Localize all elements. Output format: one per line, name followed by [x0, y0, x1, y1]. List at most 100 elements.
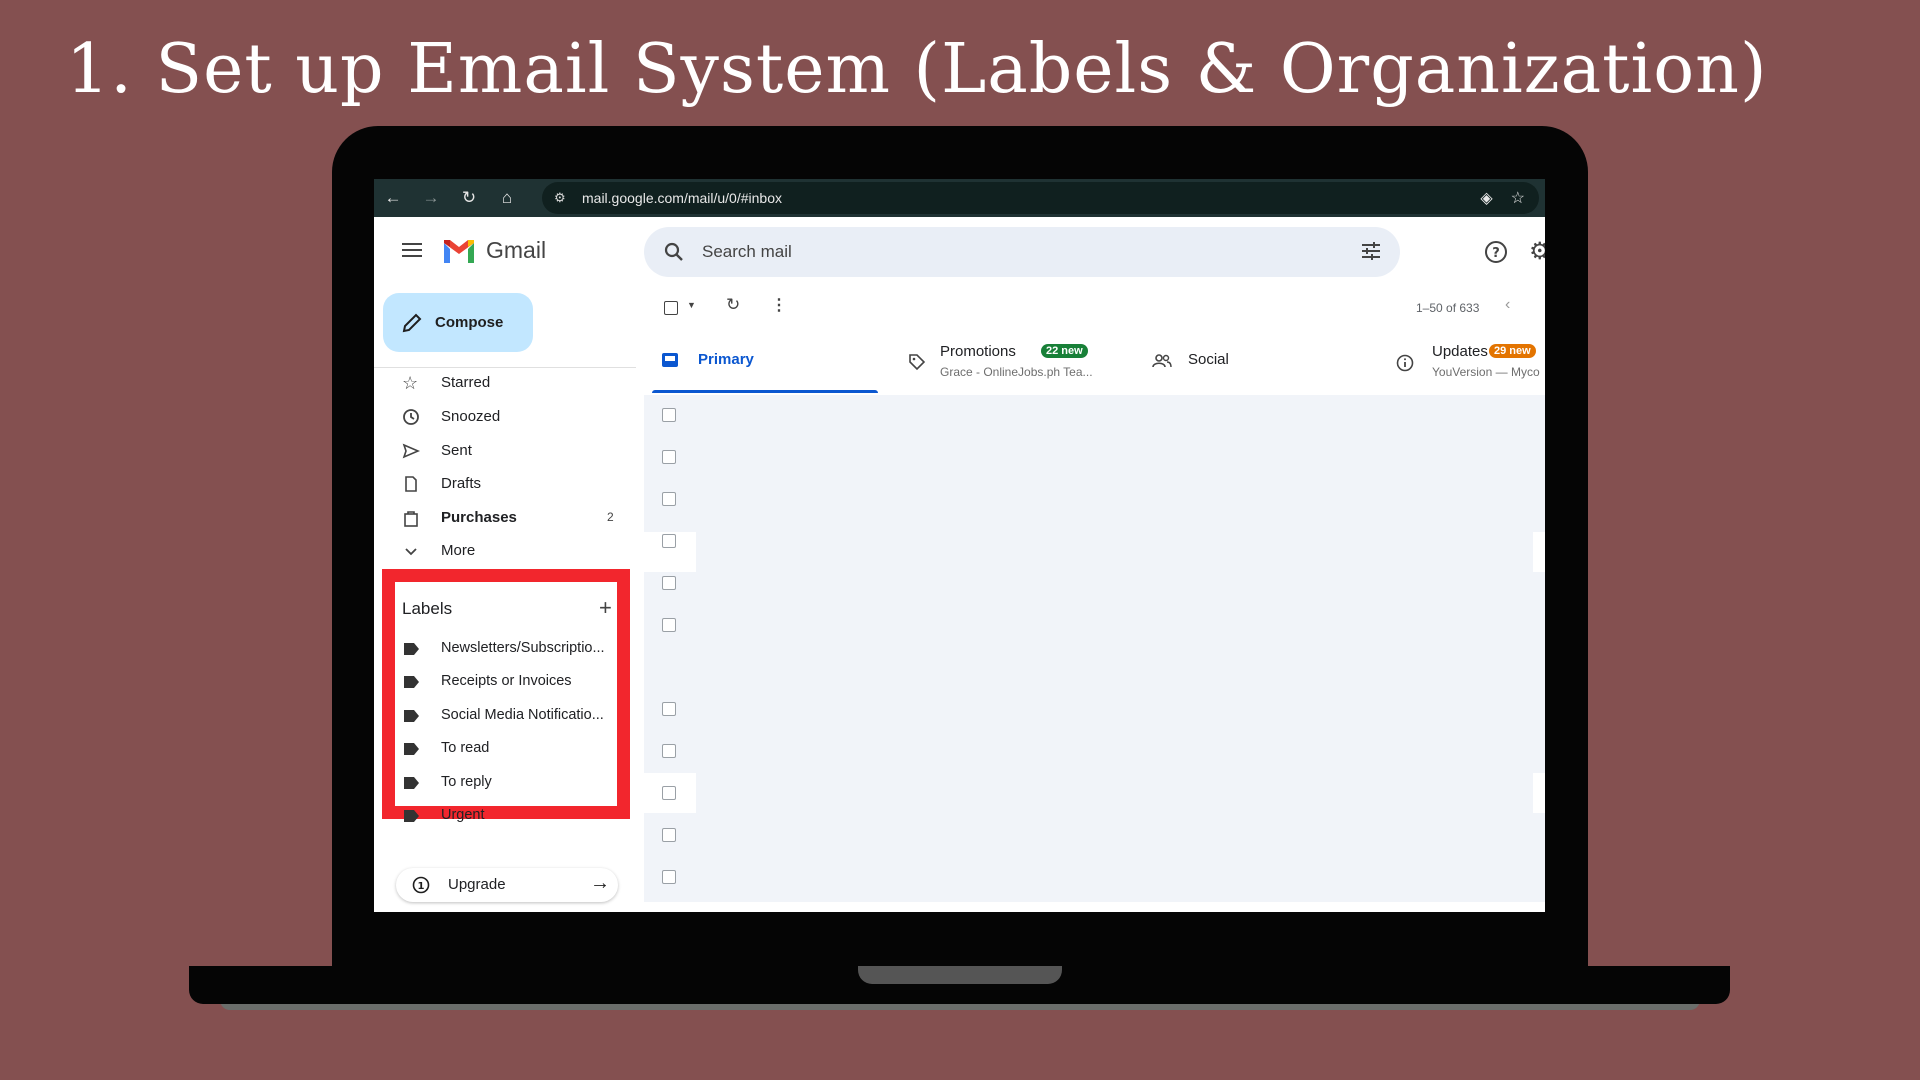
pagination-count: 1–50 of 633: [1416, 301, 1480, 315]
search-input[interactable]: Search mail: [702, 242, 792, 262]
site-settings-icon[interactable]: ⚙: [554, 190, 574, 206]
help-icon[interactable]: ?: [1484, 240, 1508, 264]
new-count-badge: 29 new: [1489, 344, 1536, 358]
label-item-urgent[interactable]: Urgent: [374, 802, 634, 830]
tab-label: Primary: [698, 351, 754, 368]
mail-row-highlight: [1533, 773, 1545, 813]
mail-row-checkbox[interactable]: [662, 492, 676, 506]
slide-title: 1. Set up Email System (Labels & Organiz…: [66, 30, 1768, 109]
upgrade-badge-icon: 1: [412, 876, 430, 894]
home-icon[interactable]: ⌂: [488, 188, 526, 208]
label-tag-icon: [404, 643, 419, 655]
mail-list: [644, 395, 1545, 902]
mail-row-checkbox[interactable]: [662, 870, 676, 884]
label-item-to-reply[interactable]: To reply: [374, 769, 634, 797]
svg-text:?: ?: [1492, 246, 1500, 261]
bookmark-star-icon[interactable]: ☆: [1511, 188, 1525, 208]
sidebar-item-sent[interactable]: Sent: [374, 436, 634, 466]
url-text[interactable]: mail.google.com/mail/u/0/#inbox: [582, 190, 782, 206]
search-options-icon[interactable]: [1360, 240, 1382, 262]
more-options-icon[interactable]: ⋮: [771, 295, 787, 315]
sidebar-item-purchases[interactable]: Purchases 2: [374, 503, 634, 533]
prev-page-icon[interactable]: ‹: [1505, 296, 1510, 314]
label-item-receipts[interactable]: Receipts or Invoices: [374, 668, 634, 696]
mail-row-checkbox[interactable]: [662, 534, 676, 548]
mail-row-highlight: [1533, 532, 1545, 572]
chevron-down-icon: [405, 548, 417, 556]
star-icon: ☆: [402, 373, 419, 393]
label-tag-icon: [404, 777, 419, 789]
svg-text:1: 1: [418, 881, 425, 892]
sidebar-item-snoozed[interactable]: Snoozed: [374, 402, 634, 432]
sidebar-item-label: Snoozed: [441, 408, 501, 425]
label-name: To read: [441, 740, 490, 756]
sidebar-item-label: Drafts: [441, 475, 482, 492]
label-tag-icon: [404, 743, 419, 755]
tab-primary[interactable]: Primary: [652, 335, 878, 393]
sidebar-item-starred[interactable]: ☆ Starred: [374, 368, 634, 398]
label-item-social-media[interactable]: Social Media Notificatio...: [374, 702, 634, 730]
tab-label: Updates: [1432, 343, 1488, 360]
laptop-notch: [858, 966, 1062, 984]
mail-row-checkbox[interactable]: [662, 618, 676, 632]
new-count-badge: 22 new: [1041, 344, 1088, 358]
select-dropdown-icon[interactable]: ▼: [687, 300, 696, 310]
gmail-logo-icon[interactable]: [442, 239, 476, 264]
pencil-icon: [402, 313, 422, 332]
mail-row-checkbox[interactable]: [662, 786, 676, 800]
refresh-icon[interactable]: ↻: [726, 295, 740, 315]
tab-label: Social: [1188, 351, 1229, 368]
back-icon[interactable]: ←: [374, 188, 412, 208]
main-menu-icon[interactable]: [402, 242, 422, 258]
label-name: Newsletters/Subscriptio...: [441, 640, 605, 656]
label-tag-icon: [404, 810, 419, 822]
upgrade-label: Upgrade: [448, 876, 506, 893]
label-tag-icon: [404, 710, 419, 722]
reload-icon[interactable]: ↻: [450, 188, 488, 208]
address-bar[interactable]: ⚙ mail.google.com/mail/u/0/#inbox ◈ ☆: [542, 182, 1539, 214]
add-label-icon[interactable]: +: [599, 595, 612, 621]
mail-row-checkbox[interactable]: [662, 744, 676, 758]
active-tab-indicator: [652, 390, 878, 393]
label-tag-icon: [404, 676, 419, 688]
search-bar[interactable]: Search mail: [644, 227, 1400, 277]
tab-social[interactable]: Social: [1150, 335, 1350, 393]
label-name: Urgent: [441, 807, 485, 823]
compose-button[interactable]: Compose: [383, 293, 533, 352]
label-item-to-read[interactable]: To read: [374, 735, 634, 763]
label-name: Receipts or Invoices: [441, 673, 572, 689]
mail-row-checkbox[interactable]: [662, 408, 676, 422]
tab-updates[interactable]: Updates 29 new YouVersion — Myco: [1394, 335, 1545, 393]
sidebar-item-label: Sent: [441, 442, 472, 459]
mail-row-checkbox[interactable]: [662, 576, 676, 590]
sidebar-item-drafts[interactable]: Drafts: [374, 469, 634, 499]
mail-row-checkbox[interactable]: [662, 828, 676, 842]
unread-count: 2: [607, 510, 614, 524]
draft-icon: [405, 476, 417, 492]
forward-icon[interactable]: →: [412, 188, 450, 208]
tag-icon: [909, 354, 926, 371]
tab-label: Promotions: [940, 343, 1016, 360]
sidebar-item-label: Starred: [441, 374, 491, 391]
mail-row-checkbox[interactable]: [662, 450, 676, 464]
browser-toolbar: ← → ↻ ⌂ ⚙ mail.google.com/mail/u/0/#inbo…: [374, 179, 1545, 217]
select-all-checkbox[interactable]: [664, 301, 678, 315]
gmail-wordmark: Gmail: [486, 237, 547, 263]
arrow-right-icon: →: [590, 872, 610, 894]
settings-gear-icon[interactable]: ⚙: [1529, 240, 1545, 264]
sidebar-item-label: More: [441, 542, 476, 559]
tab-preview: Grace - OnlineJobs.ph Tea...: [940, 365, 1093, 379]
tab-preview: YouVersion — Myco: [1432, 365, 1540, 379]
labels-heading: Labels: [402, 599, 453, 618]
tab-promotions[interactable]: Promotions 22 new Grace - OnlineJobs.ph …: [904, 335, 1144, 393]
label-item-newsletters[interactable]: Newsletters/Subscriptio...: [374, 635, 634, 663]
mail-row-checkbox[interactable]: [662, 702, 676, 716]
search-icon[interactable]: [662, 240, 686, 264]
sidebar-item-label: Purchases: [441, 509, 517, 526]
info-icon: [1396, 354, 1414, 372]
extension-icon[interactable]: ◈: [1480, 188, 1492, 208]
sidebar-item-more[interactable]: More: [374, 536, 634, 566]
clock-icon: [403, 409, 419, 425]
label-name: Social Media Notificatio...: [441, 707, 604, 723]
upgrade-button[interactable]: 1 Upgrade →: [396, 868, 618, 902]
